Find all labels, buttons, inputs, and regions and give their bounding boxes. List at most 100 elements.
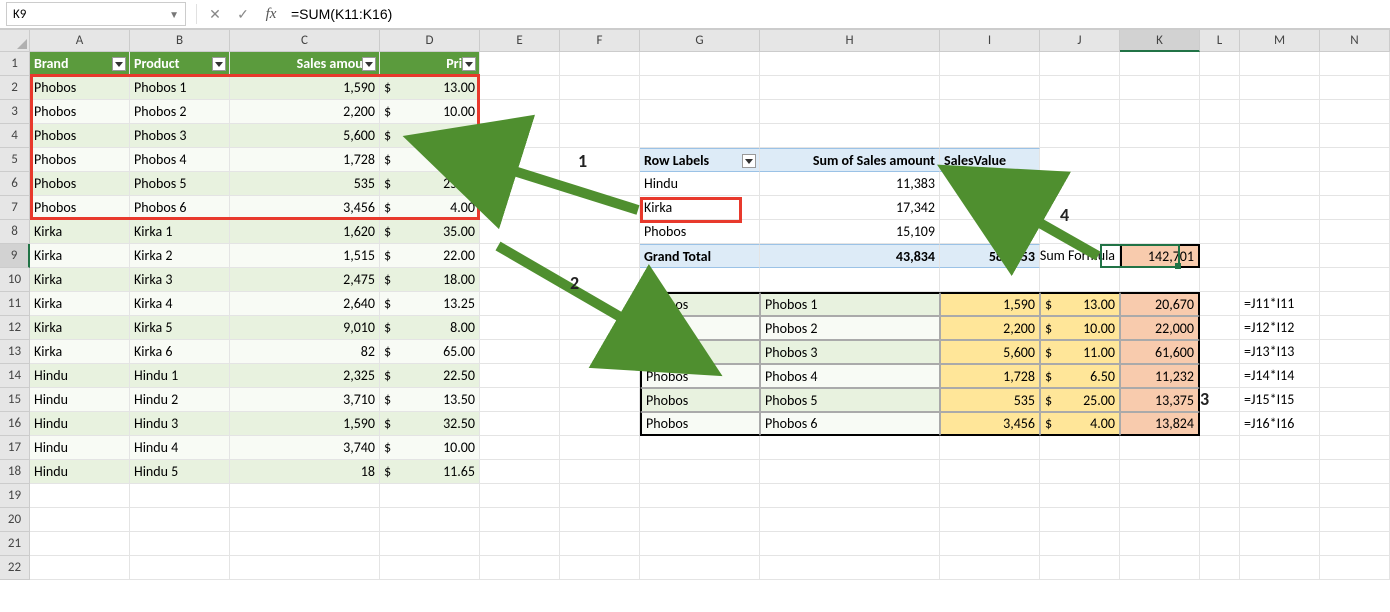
table-cell-sales[interactable]: 535 — [230, 172, 380, 196]
table-cell-product[interactable]: Kirka 3 — [130, 268, 230, 292]
table-cell-product[interactable]: Phobos 1 — [130, 76, 230, 100]
cell[interactable] — [1120, 532, 1200, 556]
cell[interactable] — [1320, 148, 1390, 172]
cell[interactable] — [1040, 220, 1120, 244]
table-header-brand[interactable]: Brand — [30, 52, 130, 76]
cell[interactable] — [560, 388, 640, 412]
table-cell-sales[interactable]: 3,456 — [230, 196, 380, 220]
name-box[interactable]: K9 ▼ — [6, 2, 186, 26]
cell[interactable] — [1240, 484, 1320, 508]
cell[interactable] — [1320, 268, 1390, 292]
row-header-16[interactable]: 16 — [0, 412, 30, 436]
cell[interactable] — [1200, 292, 1240, 316]
cell[interactable] — [480, 244, 560, 268]
cell[interactable] — [640, 532, 760, 556]
pivot-row-label[interactable]: Kirka — [640, 196, 760, 220]
table-cell-price[interactable]: $8.00 — [380, 316, 480, 340]
column-header-d[interactable]: D — [380, 30, 480, 52]
detail-price[interactable]: $4.00 — [1040, 412, 1120, 436]
table-cell-product[interactable]: Hindu 1 — [130, 364, 230, 388]
detail-sales[interactable]: 2,200 — [940, 316, 1040, 340]
cell[interactable] — [130, 556, 230, 580]
cell[interactable] — [1120, 76, 1200, 100]
cell[interactable] — [380, 532, 480, 556]
table-cell-brand[interactable]: Phobos — [30, 172, 130, 196]
cell[interactable] — [760, 100, 940, 124]
pivot-grand-total-label[interactable]: Grand Total — [640, 244, 760, 268]
row-header-7[interactable]: 7 — [0, 196, 30, 220]
table-cell-sales[interactable]: 2,640 — [230, 292, 380, 316]
cell[interactable] — [640, 508, 760, 532]
cell[interactable] — [1200, 148, 1240, 172]
cell[interactable] — [1040, 484, 1120, 508]
pivot-grand-total-sum[interactable]: 43,834 — [760, 244, 940, 268]
cell[interactable] — [1200, 532, 1240, 556]
cell[interactable] — [30, 556, 130, 580]
table-cell-sales[interactable]: 1,515 — [230, 244, 380, 268]
column-header-i[interactable]: I — [940, 30, 1040, 52]
table-cell-brand[interactable]: Hindu — [30, 412, 130, 436]
cell[interactable] — [380, 508, 480, 532]
cell[interactable] — [1320, 508, 1390, 532]
cell[interactable] — [560, 124, 640, 148]
cell[interactable] — [760, 484, 940, 508]
cell[interactable] — [760, 532, 940, 556]
cell[interactable] — [480, 76, 560, 100]
cell[interactable] — [560, 172, 640, 196]
table-cell-brand[interactable]: Kirka — [30, 316, 130, 340]
detail-brand[interactable]: Phobos — [640, 340, 760, 364]
column-header-c[interactable]: C — [230, 30, 380, 52]
column-header-a[interactable]: A — [30, 30, 130, 52]
cell[interactable] — [1240, 556, 1320, 580]
table-cell-price[interactable]: $32.50 — [380, 412, 480, 436]
cell[interactable] — [1320, 532, 1390, 556]
cell[interactable] — [1200, 508, 1240, 532]
cell[interactable] — [480, 220, 560, 244]
cell[interactable] — [1200, 244, 1240, 268]
table-cell-brand[interactable]: Phobos — [30, 196, 130, 220]
column-header-n[interactable]: N — [1320, 30, 1390, 52]
cell[interactable] — [1200, 484, 1240, 508]
cell[interactable] — [1040, 268, 1120, 292]
table-cell-product[interactable]: Phobos 4 — [130, 148, 230, 172]
table-cell-brand[interactable]: Kirka — [30, 340, 130, 364]
detail-price[interactable]: $6.50 — [1040, 364, 1120, 388]
table-cell-brand[interactable]: Hindu — [30, 460, 130, 484]
table-header-price[interactable]: Price — [380, 52, 480, 76]
cell[interactable] — [760, 556, 940, 580]
cell[interactable] — [560, 340, 640, 364]
detail-formula-text[interactable]: =J13*I13 — [1240, 340, 1320, 364]
table-cell-price[interactable]: $10.00 — [380, 436, 480, 460]
cell[interactable] — [480, 196, 560, 220]
cell[interactable] — [1200, 220, 1240, 244]
cell[interactable] — [1040, 508, 1120, 532]
row-header-8[interactable]: 8 — [0, 220, 30, 244]
table-cell-price[interactable]: $65.00 — [380, 340, 480, 364]
cell[interactable] — [1320, 364, 1390, 388]
pivot-row-label[interactable]: Phobos — [640, 220, 760, 244]
select-all-corner[interactable] — [0, 30, 30, 52]
cell[interactable] — [1320, 436, 1390, 460]
cell[interactable] — [940, 484, 1040, 508]
table-cell-product[interactable]: Kirka 5 — [130, 316, 230, 340]
table-cell-sales[interactable]: 9,010 — [230, 316, 380, 340]
detail-product[interactable]: Phobos 2 — [760, 316, 940, 340]
cell[interactable] — [1120, 484, 1200, 508]
row-header-10[interactable]: 10 — [0, 268, 30, 292]
sum-formula-label[interactable]: Sum Formula — [1040, 244, 1120, 268]
cell[interactable] — [940, 508, 1040, 532]
cell[interactable] — [230, 556, 380, 580]
cell[interactable] — [30, 532, 130, 556]
detail-formula-text[interactable]: =J15*I15 — [1240, 388, 1320, 412]
table-cell-product[interactable]: Hindu 2 — [130, 388, 230, 412]
cell[interactable] — [560, 52, 640, 76]
spreadsheet-grid[interactable]: ABCDEFGHIJKLMN 1234567891011121314151617… — [0, 30, 1390, 612]
cell[interactable] — [480, 412, 560, 436]
cell[interactable] — [1200, 172, 1240, 196]
cell[interactable] — [1200, 436, 1240, 460]
cell[interactable] — [760, 52, 940, 76]
cell[interactable] — [640, 76, 760, 100]
cell[interactable] — [1320, 556, 1390, 580]
table-cell-brand[interactable]: Hindu — [30, 388, 130, 412]
cell[interactable] — [1200, 124, 1240, 148]
